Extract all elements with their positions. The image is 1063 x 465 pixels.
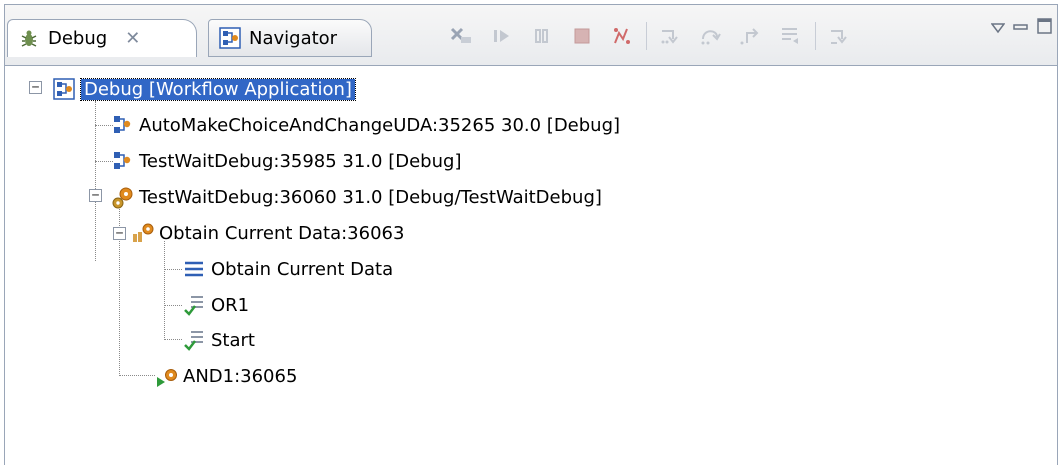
drop-to-frame-icon[interactable] xyxy=(771,21,811,51)
tree-item-launch[interactable]: Debug [Workflow Application] xyxy=(53,74,356,104)
tree-item-label: AND1:36065 xyxy=(183,365,298,387)
collapse-toggle-icon[interactable]: − xyxy=(113,227,126,240)
debug-tree: − Debug [Workflow Application] AutoMakeC… xyxy=(5,65,1057,465)
debug-bug-icon xyxy=(18,28,40,50)
disconnect-icon[interactable] xyxy=(602,21,642,51)
tree-item-label: Debug [Workflow Application] xyxy=(80,77,356,101)
tree-connector xyxy=(164,305,182,306)
toolbar-separator xyxy=(646,22,647,50)
tree-item-label: Obtain Current Data:36063 xyxy=(159,222,405,244)
tab-debug-label: Debug xyxy=(48,28,108,49)
workflow-process-icon xyxy=(111,114,133,136)
play-gear-icon xyxy=(155,365,177,387)
view-tab-bar: Debug ✕ Navigator xyxy=(5,5,1057,66)
debug-toolbar xyxy=(442,21,860,51)
resume-icon[interactable] xyxy=(482,21,522,51)
tree-connector xyxy=(164,241,165,340)
tree-item-process[interactable]: AutoMakeChoiceAndChangeUDA:35265 30.0 [D… xyxy=(111,110,620,140)
tree-item-activity[interactable]: AND1:36065 xyxy=(155,361,297,391)
tree-connector xyxy=(164,339,182,340)
completed-check-icon xyxy=(183,329,205,351)
debug-view: Debug ✕ Navigator − Debug [Workflow Appl… xyxy=(4,4,1058,465)
minimize-icon[interactable] xyxy=(1013,18,1029,39)
tree-item-process[interactable]: TestWaitDebug:35985 31.0 [Debug] xyxy=(111,146,461,176)
gears-icon xyxy=(111,186,133,209)
tree-item-step[interactable]: Obtain Current Data xyxy=(183,254,393,284)
activity-gear-icon xyxy=(131,222,154,244)
tree-item-label: AutoMakeChoiceAndChangeUDA:35265 30.0 [D… xyxy=(139,114,621,136)
tab-navigator[interactable]: Navigator xyxy=(208,19,372,57)
view-controls xyxy=(990,17,1053,40)
tree-item-activity[interactable]: Obtain Current Data:36063 xyxy=(131,218,404,248)
remove-terminated-icon[interactable] xyxy=(442,21,482,51)
maximize-icon[interactable] xyxy=(1037,17,1053,40)
tab-navigator-label: Navigator xyxy=(249,27,338,49)
view-menu-chevron-down-icon[interactable] xyxy=(990,18,1006,39)
tree-connector xyxy=(119,375,155,376)
step-over-icon[interactable] xyxy=(691,21,731,51)
tree-item-label: Obtain Current Data xyxy=(211,258,394,280)
tree-connector xyxy=(164,269,182,270)
step-return-icon[interactable] xyxy=(731,21,771,51)
use-step-filters-icon[interactable] xyxy=(820,21,860,51)
tree-item-label: Start xyxy=(211,329,255,351)
collapse-toggle-icon[interactable]: − xyxy=(29,81,42,94)
tree-item-step[interactable]: Start xyxy=(183,325,255,355)
workflow-app-icon xyxy=(53,78,75,100)
suspend-icon[interactable] xyxy=(522,21,562,51)
collapse-toggle-icon[interactable]: − xyxy=(89,189,102,202)
tree-item-label: TestWaitDebug:35985 31.0 [Debug] xyxy=(139,150,462,172)
tab-debug[interactable]: Debug ✕ xyxy=(7,19,197,57)
tree-item-label: OR1 xyxy=(211,294,250,316)
tree-item-process-running[interactable]: TestWaitDebug:36060 31.0 [Debug/TestWait… xyxy=(111,182,602,212)
navigator-icon xyxy=(219,27,241,49)
step-into-icon[interactable] xyxy=(651,21,691,51)
terminate-icon[interactable] xyxy=(562,21,602,51)
close-icon[interactable]: ✕ xyxy=(125,28,140,49)
toolbar-separator xyxy=(815,22,816,50)
list-lines-icon xyxy=(183,258,205,280)
tree-item-label: TestWaitDebug:36060 31.0 [Debug/TestWait… xyxy=(139,186,602,208)
tree-item-step[interactable]: OR1 xyxy=(183,290,249,320)
completed-check-icon xyxy=(183,294,205,316)
workflow-process-icon xyxy=(111,150,133,172)
